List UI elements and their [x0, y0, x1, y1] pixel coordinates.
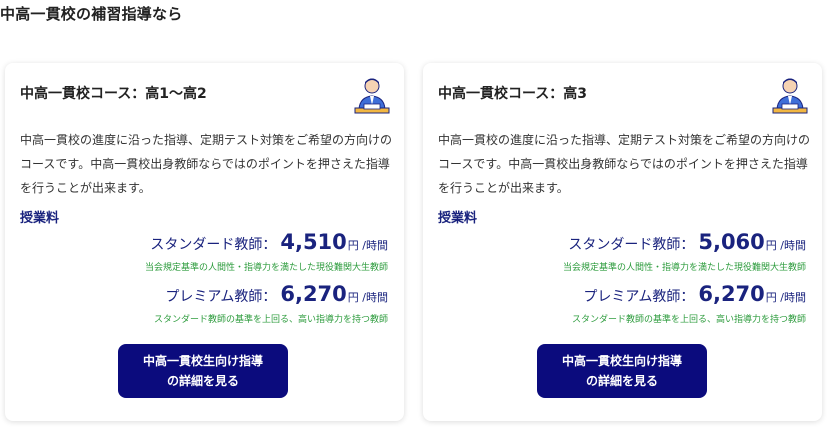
plan-premium: プレミアム教師： 6,270 円 /時間 スタンダード教師の基準を上回る、高い指…	[572, 282, 806, 325]
plan-price: 4,510	[280, 230, 347, 254]
course-description: 中高一貫校の進度に沿った指導、定期テスト対策をご希望の方向けのコースです。中高一…	[20, 133, 393, 195]
teacher-icon	[354, 78, 390, 114]
plan-price: 6,270	[280, 282, 347, 306]
course-title: 中高一貫校コース：高3	[438, 86, 588, 102]
plan-standard: スタンダード教師： 4,510 円 /時間 当会規定基準の人間性・指導力を満たし…	[145, 230, 388, 273]
plan-note: スタンダード教師の基準を上回る、高い指導力を持つ教師	[153, 315, 388, 325]
detail-button-line1: 中高一貫校生向け指導	[561, 354, 682, 368]
course-description: 中高一貫校の進度に沿った指導、定期テスト対策をご希望の方向けのコースです。中高一…	[438, 133, 811, 195]
detail-button-line2: の詳細を見る	[166, 374, 239, 388]
detail-button[interactable]: 中高一貫校生向け指導 の詳細を見る	[537, 344, 707, 398]
course-title: 中高一貫校コース：高1〜高2	[20, 86, 207, 102]
plan-premium: プレミアム教師： 6,270 円 /時間 スタンダード教師の基準を上回る、高い指…	[154, 282, 388, 325]
plan-unit: 円 /時間	[765, 291, 806, 304]
plan-note: 当会規定基準の人間性・指導力を満たした現役難関大生教師	[144, 263, 388, 273]
plan-name: スタンダード教師：	[150, 237, 277, 253]
plan-note: スタンダード教師の基準を上回る、高い指導力を持つ教師	[571, 315, 806, 325]
plan-name: プレミアム教師：	[583, 289, 695, 305]
plan-price: 5,060	[698, 230, 765, 254]
detail-button-line2: の詳細を見る	[585, 374, 658, 388]
course-card-high1-2: 中高一貫校コース：高1〜高2 中高一貫校の進度に沿った指導、定期テスト対策をご希…	[5, 63, 404, 421]
plan-name: プレミアム教師：	[165, 289, 277, 305]
course-card-high3: 中高一貫校コース：高3 中高一貫校の進度に沿った指導、定期テスト対策をご希望の方…	[423, 63, 822, 421]
detail-button[interactable]: 中高一貫校生向け指導 の詳細を見る	[118, 344, 288, 398]
plan-unit: 円 /時間	[765, 239, 806, 252]
plan-name: スタンダード教師：	[568, 237, 695, 253]
fee-label: 授業料	[20, 211, 60, 226]
plan-note: 当会規定基準の人間性・指導力を満たした現役難関大生教師	[562, 263, 806, 273]
teacher-icon	[772, 78, 808, 114]
plan-unit: 円 /時間	[347, 291, 388, 304]
plan-unit: 円 /時間	[347, 239, 388, 252]
detail-button-line1: 中高一貫校生向け指導	[142, 354, 263, 368]
page-title: 中高一貫校の補習指導なら	[0, 5, 183, 23]
plan-price: 6,270	[698, 282, 765, 306]
fee-label: 授業料	[438, 211, 478, 226]
plan-standard: スタンダード教師： 5,060 円 /時間 当会規定基準の人間性・指導力を満たし…	[563, 230, 806, 273]
